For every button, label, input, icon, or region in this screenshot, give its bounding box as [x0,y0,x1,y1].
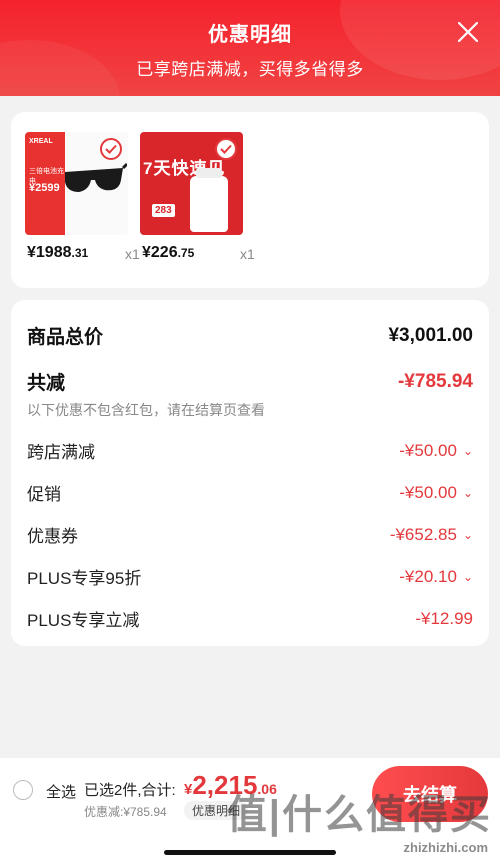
total-price-label: 商品总价 [27,327,104,348]
watermark-url: zhizhizhi.com [403,840,489,855]
watermark: 值|什么值得买 [226,793,492,837]
discount-row-plus-reduce: PLUS专享立减 -¥12.99 [27,606,473,631]
chevron-down-icon: ⌄ [462,443,473,458]
discount-row-plus-95[interactable]: PLUS专享95折 -¥20.10 ⌄ [27,564,473,589]
chevron-down-icon: ⌄ [462,527,473,542]
price-int: ¥226 [142,244,178,261]
discount-note: 以下优惠不包含红包，请在结算页查看 [27,402,265,418]
product-price: ¥226.75 [142,244,194,262]
price-dec: .75 [177,246,195,260]
total-reduced-value: -¥785.94 [397,370,473,392]
selected-check-icon [215,138,237,160]
chevron-down-icon: ⌄ [462,569,473,584]
discount-value: -¥50.00 ⌄ [399,441,473,461]
select-all-label[interactable]: 全选 [46,781,76,802]
discount-label: 优惠券 [27,527,78,546]
thumb-text: ¥2599 [29,182,60,194]
price-dec: .31 [71,246,89,260]
product-qty: x1 [240,246,255,262]
product-thumbnail[interactable]: 7天快速见 283 [140,132,243,235]
total-reduced-label: 共减 [27,373,66,394]
discount-label: 促销 [27,485,61,504]
total-reduced-row: 共减 -¥785.94 [27,368,473,395]
product-card: XREAL 三倍电池充电 ¥2599 ¥1988.31 x1 7天快速见 283 [11,112,489,288]
discount-value: -¥652.85 ⌄ [390,525,473,545]
selected-check-icon [100,138,122,160]
discount-summary: 优惠减:¥785.94 [84,805,167,819]
discount-amount: -¥20.10 [399,566,457,586]
product-thumbnail[interactable]: XREAL 三倍电池充电 ¥2599 [25,132,128,235]
header: 优惠明细 已享跨店满减，买得多省得多 [0,0,500,96]
discount-value: -¥50.00 ⌄ [399,483,473,503]
discount-label: PLUS专享95折 [27,569,142,588]
price-int: ¥1988 [27,244,72,261]
checkout-bar: 全选 已选2件,合计: ¥2,215.06 优惠减:¥785.94 优惠明细 去… [0,758,500,864]
product-item[interactable]: XREAL 三倍电池充电 ¥2599 ¥1988.31 x1 [25,132,140,262]
thumb-tag: 283 [152,204,175,217]
product-price: ¥1988.31 [27,244,88,262]
discount-value: -¥12.99 [415,608,473,628]
total-price-value: ¥3,001.00 [388,324,473,346]
close-icon [457,21,479,43]
bottle-image [190,168,228,232]
product-qty: x1 [125,246,140,262]
product-item[interactable]: 7天快速见 283 ¥226.75 x1 [140,132,255,262]
chevron-down-icon: ⌄ [462,485,473,500]
discount-details-card: 商品总价 ¥3,001.00 共减 -¥785.94 以下优惠不包含红包，请在结… [11,300,489,646]
discount-value: -¥20.10 ⌄ [399,567,473,587]
discount-amount: -¥652.85 [389,524,457,544]
thumb-text: XREAL [29,138,53,145]
close-button[interactable] [456,20,480,44]
page-title: 优惠明细 [208,24,292,46]
home-indicator [164,850,336,855]
discount-row-coupon[interactable]: 优惠券 -¥652.85 ⌄ [27,522,473,547]
selected-count: 已选2件,合计: [84,782,176,799]
select-all-radio[interactable] [13,780,33,800]
thumb-banner: XREAL 三倍电池充电 ¥2599 [25,132,65,235]
discount-label: 跨店满减 [27,443,95,462]
discount-amount: -¥50.00 [399,482,457,502]
discount-label: PLUS专享立减 [27,611,140,630]
discount-row-cross-store[interactable]: 跨店满减 -¥50.00 ⌄ [27,438,473,463]
discount-amount: -¥50.00 [399,440,457,460]
page-subtitle: 已享跨店满减，买得多省得多 [136,60,364,79]
discount-row-promotion[interactable]: 促销 -¥50.00 ⌄ [27,480,473,505]
total-price-row: 商品总价 ¥3,001.00 [27,322,473,349]
glasses-image [65,162,127,192]
